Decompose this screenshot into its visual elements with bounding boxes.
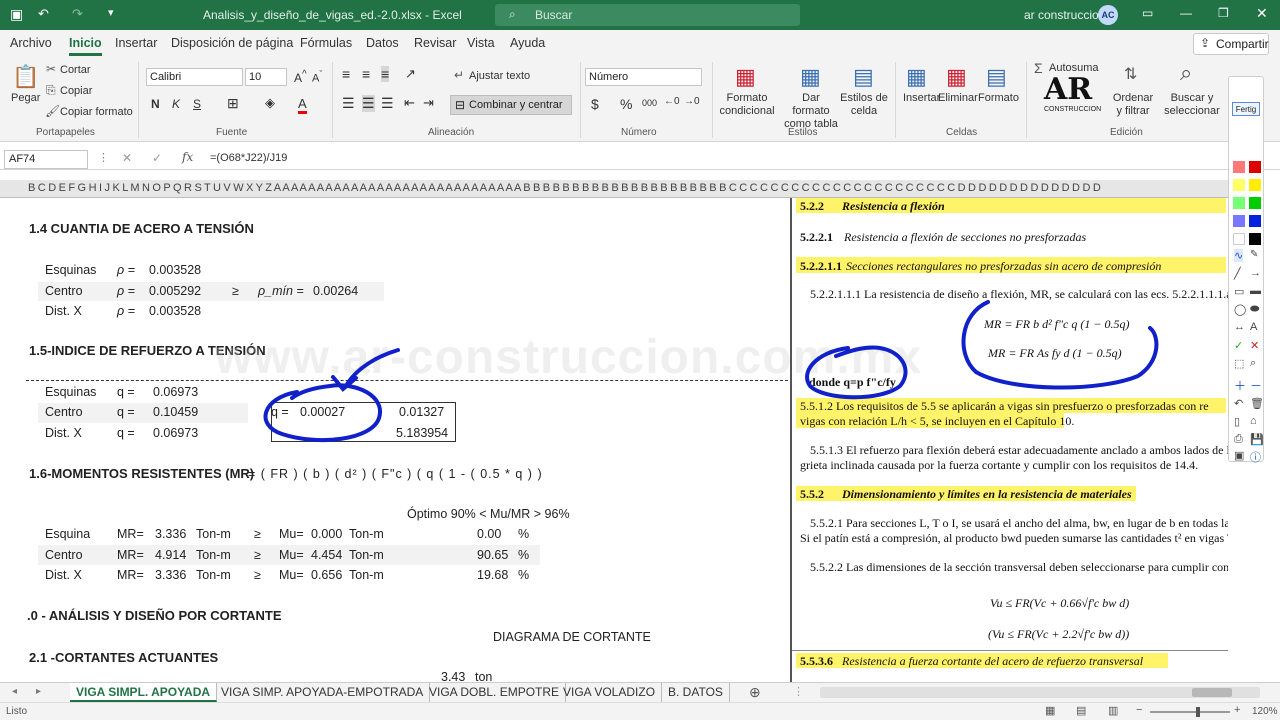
pen-arrow-q bbox=[331, 348, 400, 392]
highlighter-tool-icon[interactable]: ✎ bbox=[1250, 249, 1258, 260]
add-sheet-icon[interactable]: ⊕ bbox=[749, 684, 761, 701]
info-icon[interactable]: ⓘ bbox=[1250, 449, 1261, 465]
select-tool-icon[interactable]: ⬚ bbox=[1234, 357, 1244, 370]
tab-splitter-icon[interactable]: ⋮ bbox=[793, 685, 804, 698]
palette-label[interactable]: Fertig bbox=[1232, 102, 1260, 116]
pen-circle-equations bbox=[961, 300, 1159, 390]
color-swatch-green[interactable] bbox=[1249, 197, 1261, 209]
arrow-tool-icon[interactable]: → bbox=[1250, 267, 1261, 279]
new-page-icon[interactable]: ▯ bbox=[1234, 415, 1240, 428]
zoom-region-icon[interactable]: ⌕ bbox=[1250, 357, 1256, 370]
excel-window: ▣ ↶ ↷ ▾ Analisis_y_diseño_de_vigas_ed.-2… bbox=[0, 0, 1280, 720]
status-bar: Listo ▦ ▤ ▥ − + 120% bbox=[0, 702, 1280, 720]
color-swatch-light-yellow[interactable] bbox=[1233, 179, 1245, 191]
line-tool-icon[interactable]: ╱ bbox=[1234, 267, 1241, 280]
zoom-slider[interactable] bbox=[1150, 707, 1230, 717]
scrollbar-thumb[interactable] bbox=[1192, 688, 1232, 697]
color-swatch-black[interactable] bbox=[1249, 233, 1261, 245]
open-icon[interactable]: ⌂ bbox=[1250, 415, 1257, 427]
color-swatch-light-green[interactable] bbox=[1233, 197, 1245, 209]
normal-view-icon[interactable]: ▦ bbox=[1045, 704, 1055, 717]
color-swatch-white[interactable] bbox=[1233, 233, 1245, 245]
next-sheet-icon[interactable]: ▸ bbox=[36, 686, 41, 697]
horizontal-scrollbar[interactable] bbox=[820, 687, 1260, 698]
pen-tool-palette: Fertig ∿ ✎ ╱ → ▭ ▬ ◯ ⬬ ↔ A ✓ ✕ ⬚ ⌕ ＋ － ↶… bbox=[1228, 76, 1264, 465]
color-swatch-light-red[interactable] bbox=[1233, 161, 1245, 173]
undo-draw-icon[interactable]: ↶ bbox=[1234, 397, 1243, 410]
filled-ellipse-tool-icon[interactable]: ⬬ bbox=[1250, 303, 1259, 316]
sheet-tabs-bar: ◂ ▸ VIGA SIMPL. APOYADA VIGA SIMP. APOYA… bbox=[0, 682, 1280, 702]
rectangle-tool-icon[interactable]: ▭ bbox=[1234, 285, 1244, 298]
filled-rect-tool-icon[interactable]: ▬ bbox=[1250, 285, 1261, 297]
sheet-tab-voladizo[interactable]: VIGA VOLADIZO bbox=[557, 683, 663, 702]
print-icon[interactable]: ⎙ bbox=[1234, 433, 1243, 446]
freehand-tool-icon[interactable]: ∿ bbox=[1234, 249, 1244, 262]
page-layout-icon[interactable]: ▤ bbox=[1076, 704, 1086, 717]
trash-icon[interactable]: 🗑 bbox=[1250, 397, 1264, 410]
move-tool-icon[interactable]: ↔ bbox=[1234, 321, 1245, 333]
confirm-icon[interactable]: ✓ bbox=[1234, 339, 1243, 352]
color-swatch-light-blue[interactable] bbox=[1233, 215, 1245, 227]
zoom-level[interactable]: 120% bbox=[1252, 706, 1278, 717]
sheet-tab-apoyada-empotrada[interactable]: VIGA SIMP. APOYADA-EMPOTRADA bbox=[215, 683, 431, 702]
sheet-tab-viga-simpl-apoyada[interactable]: VIGA SIMPL. APOYADA bbox=[70, 683, 218, 702]
zoom-out-button[interactable]: − bbox=[1136, 704, 1142, 716]
save-icon[interactable]: 💾 bbox=[1250, 433, 1264, 446]
text-tool-icon[interactable]: A bbox=[1250, 321, 1257, 333]
zoom-slider-thumb[interactable] bbox=[1196, 707, 1200, 717]
zoom-in-button[interactable]: + bbox=[1234, 704, 1240, 716]
zoom-in-icon[interactable]: ＋ bbox=[1234, 377, 1246, 394]
pen-annotations bbox=[263, 300, 1159, 443]
status-mode: Listo bbox=[6, 706, 28, 717]
screenshot-icon[interactable]: ▣ bbox=[1234, 449, 1244, 462]
sheet-tab-dobl-empotre[interactable]: VIGA DOBL. EMPOTRE bbox=[423, 683, 567, 702]
cancel-tool-icon[interactable]: ✕ bbox=[1250, 339, 1259, 352]
sheet-tab-b-datos[interactable]: B. DATOS bbox=[662, 683, 730, 702]
ellipse-tool-icon[interactable]: ◯ bbox=[1234, 303, 1246, 316]
pen-circle-q bbox=[263, 383, 383, 443]
prev-sheet-icon[interactable]: ◂ bbox=[12, 686, 17, 697]
color-swatch-yellow[interactable] bbox=[1249, 179, 1261, 191]
pen-circle-donde bbox=[805, 345, 908, 400]
color-swatch-red[interactable] bbox=[1249, 161, 1261, 173]
color-swatch-blue[interactable] bbox=[1249, 215, 1261, 227]
zoom-out-icon[interactable]: － bbox=[1250, 377, 1262, 394]
page-break-view-icon[interactable]: ▥ bbox=[1108, 704, 1118, 717]
